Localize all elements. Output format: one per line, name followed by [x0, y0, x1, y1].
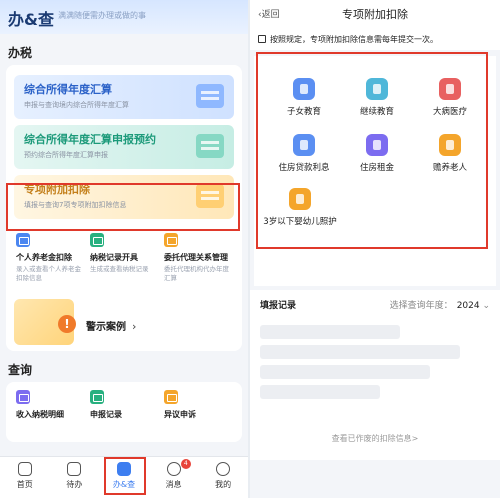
appeal-icon — [164, 390, 178, 405]
service-grid: 个人养老金扣除 录入或查看个人养老金扣除信息 纳税记录开具 生成或查看纳税记录 … — [6, 225, 242, 283]
item-title: 异议申诉 — [164, 410, 196, 420]
tab-todo[interactable]: 待办 — [50, 457, 100, 498]
agent-icon — [164, 233, 178, 247]
view-voided-link[interactable]: 查看已作废的扣除信息> — [250, 433, 500, 444]
nav-bar: ‹返回 专项附加扣除 — [250, 0, 500, 28]
card-illustration-icon — [196, 134, 224, 158]
notice-text: 按照规定，专项附加扣除信息需每年提交一次。 — [270, 34, 438, 44]
settlement-appointment-banner[interactable]: 综合所得年度汇算申报预约 预约综合所得年度汇算申报 — [14, 125, 234, 169]
case-label: 警示案例 — [86, 322, 126, 334]
header: 办&查 满满随便需办理或做的事 — [0, 0, 248, 34]
banner-title: 综合所得年度汇算申报预约 — [24, 133, 156, 146]
blurred-record — [260, 325, 400, 339]
declaration-record-item[interactable]: 申报记录 — [90, 390, 158, 420]
banner-subtitle: 预约综合所得年度汇算申报 — [24, 151, 108, 159]
item-subtitle: 委托代理机构代办年度汇算 — [164, 265, 229, 283]
blurred-record — [260, 385, 380, 399]
left-screen: 办&查 满满随便需办理或做的事 办税 综合所得年度汇算 申报与查询境内综合所得年… — [0, 0, 248, 498]
message-icon — [166, 462, 181, 476]
annual-settlement-banner[interactable]: 综合所得年度汇算 申报与查询境内综合所得年度汇算 — [14, 75, 234, 119]
banner-subtitle: 申报与查询境内综合所得年度汇算 — [24, 101, 129, 109]
tab-label: 我的 — [215, 480, 232, 489]
blurred-record — [260, 345, 460, 359]
tab-label: 消息 — [165, 480, 182, 489]
year-label: 选择查询年度： — [389, 301, 453, 311]
tab-label: 待办 — [66, 480, 83, 489]
item-title: 纳税记录开具 — [90, 253, 138, 262]
notice-bar: 按照规定，专项附加扣除信息需每年提交一次。 — [250, 28, 500, 50]
appeal-item[interactable]: 异议申诉 — [164, 390, 232, 420]
year-selector[interactable]: 选择查询年度： 2024 ⌄ — [390, 298, 490, 311]
blurred-record — [260, 365, 430, 379]
agent-relation-item[interactable]: 委托代理关系管理 委托代理机构代办年度汇算 — [164, 233, 232, 283]
item-title: 委托代理关系管理 — [164, 253, 228, 262]
tax-record-item[interactable]: 纳税记录开具 生成或查看纳税记录 — [90, 233, 158, 283]
highlight-box-tab — [104, 457, 146, 495]
income-detail-item[interactable]: 收入纳税明细 — [16, 390, 84, 420]
chevron-right-icon: › — [132, 320, 137, 334]
year-value: 2024 — [456, 301, 480, 311]
records-panel: 填报记录 选择查询年度： 2024 ⌄ 查看已作废的扣除信息> — [250, 290, 500, 460]
warning-cases-link[interactable]: ! 警示案例 › — [6, 293, 242, 349]
item-title: 收入纳税明细 — [16, 410, 64, 420]
item-title: 申报记录 — [90, 410, 122, 420]
item-title: 个人养老金扣除 — [16, 253, 72, 262]
banner-title: 综合所得年度汇算 — [24, 83, 112, 96]
speaker-icon — [258, 35, 266, 43]
section-title-query: 查询 — [8, 363, 33, 378]
tab-messages[interactable]: 4 消息 — [149, 457, 199, 498]
highlight-box-deduction — [6, 183, 240, 231]
tab-mine[interactable]: 我的 — [198, 457, 248, 498]
item-subtitle: 生成或查看纳税记录 — [90, 265, 149, 273]
profile-icon — [216, 462, 231, 476]
highlight-box-items — [256, 52, 488, 249]
pension-deduction-item[interactable]: 个人养老金扣除 录入或查看个人养老金扣除信息 — [16, 233, 84, 283]
section-title-tax: 办税 — [8, 46, 33, 60]
brand-subtitle: 满满随便需办理或做的事 — [58, 11, 146, 20]
brand-title: 办&查 — [8, 10, 54, 29]
tax-record-icon — [90, 233, 104, 247]
chevron-down-icon: ⌄ — [479, 301, 490, 311]
tab-label: 首页 — [16, 480, 33, 489]
tab-home[interactable]: 首页 — [0, 457, 50, 498]
message-badge: 4 — [180, 459, 191, 469]
calendar-icon — [67, 462, 82, 476]
records-title: 填报记录 — [260, 301, 297, 311]
income-icon — [16, 390, 30, 405]
query-card: 收入纳税明细 申报记录 异议申诉 — [6, 382, 242, 443]
record-icon — [90, 390, 104, 405]
item-subtitle: 录入或查看个人养老金扣除信息 — [16, 265, 81, 283]
card-illustration-icon — [196, 84, 224, 108]
pension-icon — [16, 233, 30, 247]
page-title: 专项附加扣除 — [342, 8, 408, 21]
home-icon — [17, 462, 32, 476]
